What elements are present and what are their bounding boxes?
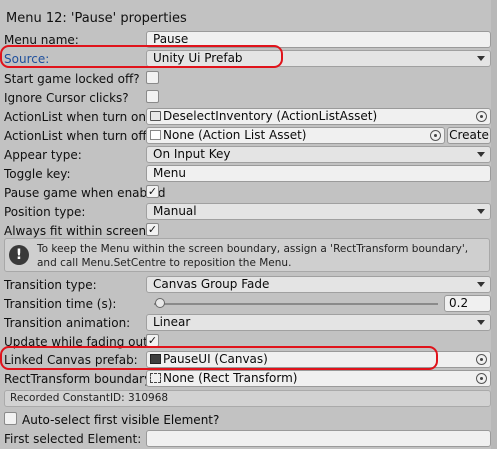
help-text: To keep the Menu within the screen bound… [37,243,469,269]
create-button[interactable]: Create [447,127,491,144]
linked-canvas-label: Linked Canvas prefab: [4,353,138,367]
object-picker-icon[interactable] [476,111,487,122]
auto-select-checkbox[interactable] [4,412,17,425]
action-off-field[interactable]: None (Action List Asset) [146,127,445,144]
action-on-row: ActionList when turn on: DeselectInvento… [0,108,497,127]
object-picker-icon[interactable] [476,373,487,384]
menu-name-row: Menu name: Pause [0,31,497,50]
auto-select-label: Auto-select first visible Element? [22,413,220,427]
transition-time-input[interactable]: 0.2 [444,295,491,312]
toggle-key-input[interactable]: Menu [146,165,491,182]
transition-type-value: Canvas Group Fade [153,277,270,291]
rect-boundary-label: RectTransform boundary: [4,372,155,386]
action-off-label: ActionList when turn off: [4,129,151,143]
chevron-down-icon [477,209,485,214]
appear-type-dropdown[interactable]: On Input Key [146,146,491,163]
position-type-row: Position type: Manual [0,203,497,222]
transition-time-slider-handle[interactable] [155,298,165,308]
appear-type-value: On Input Key [153,147,231,161]
start-locked-checkbox[interactable] [146,71,159,84]
toggle-key-row: Toggle key: Menu [0,165,497,184]
position-type-dropdown[interactable]: Manual [146,203,491,220]
transition-animation-row: Transition animation: Linear [0,314,497,333]
transition-time-slider-track[interactable] [154,303,438,305]
action-off-row: ActionList when turn off: None (Action L… [0,127,497,146]
constant-id-row: Recorded ConstantID: 310968 [0,390,497,409]
first-selected-row: First selected Element: [0,430,497,449]
transition-time-row: Transition time (s): 0.2 [0,295,497,314]
transition-type-label: Transition type: [4,278,97,292]
always-fit-checkbox[interactable]: ✓ [146,223,159,236]
scrollbar[interactable] [491,0,497,449]
source-dropdown[interactable]: Unity Ui Prefab [146,50,491,67]
chevron-down-icon [477,320,485,325]
object-picker-icon[interactable] [430,130,441,141]
rect-boundary-row: RectTransform boundary: None (Rect Trans… [0,370,497,389]
update-fading-label: Update while fading out? [4,335,155,349]
rect-boundary-value: None (Rect Transform) [163,371,298,385]
linked-canvas-field[interactable]: PauseUI (Canvas) [146,351,491,368]
source-label: Source: [4,52,50,66]
transition-time-label: Transition time (s): [4,297,117,311]
transition-type-dropdown[interactable]: Canvas Group Fade [146,276,491,293]
menu-name-label: Menu name: [4,33,79,47]
pause-game-checkbox[interactable]: ✓ [146,185,159,198]
transition-animation-value: Linear [153,315,191,329]
source-value: Unity Ui Prefab [153,51,243,65]
info-icon: ! [9,245,29,265]
linked-canvas-value: PauseUI (Canvas) [163,352,268,366]
update-fading-row: Update while fading out? ✓ [0,333,497,352]
transition-animation-dropdown[interactable]: Linear [146,314,491,331]
linked-canvas-row: Linked Canvas prefab: PauseUI (Canvas) [0,351,497,370]
position-type-label: Position type: [4,205,86,219]
action-on-label: ActionList when turn on: [4,110,151,124]
start-locked-label: Start game locked off? [4,72,140,86]
position-type-value: Manual [153,204,197,218]
rect-boundary-field[interactable]: None (Rect Transform) [146,370,491,387]
ignore-cursor-label: Ignore Cursor clicks? [4,91,129,105]
always-fit-label: Always fit within screen? [4,224,153,238]
transition-animation-label: Transition animation: [4,316,131,330]
chevron-down-icon [477,152,485,157]
pause-game-row: Pause game when enabled ✓ [0,184,497,203]
action-on-value: DeselectInventory (ActionListAsset) [163,109,378,123]
appear-type-row: Appear type: On Input Key [0,146,497,165]
rect-transform-icon [150,373,161,383]
pause-game-label: Pause game when enabled [4,186,166,200]
transition-type-row: Transition type: Canvas Group Fade [0,276,497,295]
first-selected-label: First selected Element: [4,432,142,446]
asset-icon [150,111,161,121]
action-off-value: None (Action List Asset) [163,128,307,142]
action-on-field[interactable]: DeselectInventory (ActionListAsset) [146,108,491,125]
ignore-cursor-checkbox[interactable] [146,90,159,103]
source-row: Source: Unity Ui Prefab [0,50,497,69]
chevron-down-icon [477,56,485,61]
help-box: ! To keep the Menu within the screen bou… [4,238,490,272]
constant-id-text: Recorded ConstantID: 310968 [4,390,491,407]
toggle-key-label: Toggle key: [4,167,71,181]
asset-icon [150,130,161,140]
menu-name-input[interactable]: Pause [146,31,491,48]
appear-type-label: Appear type: [4,148,82,162]
chevron-down-icon [477,282,485,287]
first-selected-input[interactable] [146,430,491,447]
object-picker-icon[interactable] [476,354,487,365]
ignore-cursor-row: Ignore Cursor clicks? [0,89,497,108]
start-locked-row: Start game locked off? [0,70,497,89]
update-fading-checkbox[interactable]: ✓ [146,334,159,347]
panel-title: Menu 12: 'Pause' properties [6,11,187,26]
canvas-icon [150,354,161,364]
auto-select-row: Auto-select first visible Element? [0,411,497,430]
